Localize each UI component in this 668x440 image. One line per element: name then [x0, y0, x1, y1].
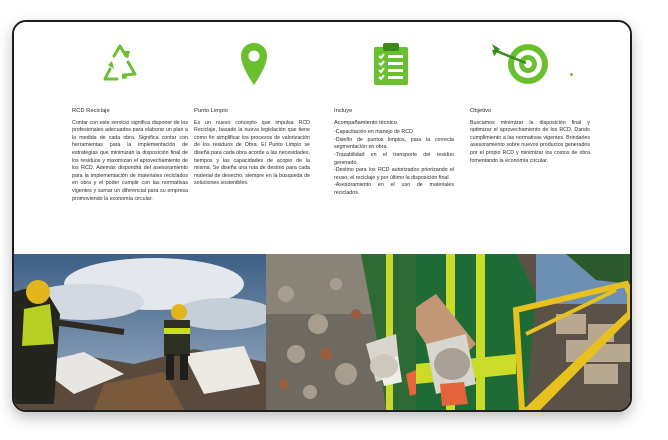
- column-rcd-reciclaje: RCD Reciclaje Contar con este servicio s…: [72, 108, 188, 203]
- services-section: RCD Reciclaje Contar con este servicio s…: [14, 22, 630, 254]
- column-incluye: Incluye Acompañamiento técnico. -Capacit…: [334, 108, 454, 198]
- recycle-icon: [97, 42, 143, 86]
- list-item: -Diseño de puntos limpios, para la corre…: [334, 136, 454, 151]
- list-item: -Asesoramiento en el uso de materiales r…: [334, 182, 454, 196]
- list-item: -Trazabilidad en el transporte del resid…: [334, 151, 454, 166]
- rubble-hands-photo: [266, 254, 416, 410]
- worker-debris-photo: [416, 254, 630, 410]
- column-punto-limpio: Punto Limpio Es un nuevo concepto que im…: [194, 108, 310, 188]
- workers-sorting-photo: [14, 254, 266, 410]
- column-body: Contar con este servicio significa dispo…: [72, 119, 188, 202]
- column-subtitle: Acompañamiento técnico.: [334, 119, 399, 126]
- clipboard-checklist-icon: [372, 41, 410, 87]
- column-title: Incluye: [334, 108, 353, 114]
- list-item: -Capacitación en manejo de RCD: [334, 129, 413, 136]
- column-body: Buscamos minimizar la disposición final …: [470, 119, 590, 164]
- column-objetivo: Objetivo Buscamos minimizar la disposici…: [470, 108, 590, 165]
- column-title: RCD Reciclaje: [72, 108, 110, 114]
- list-item: -Destino para los RCD autorizados priori…: [334, 167, 454, 181]
- accent-dot: [570, 73, 573, 76]
- target-arrow-icon: [490, 40, 550, 86]
- location-pin-icon: [239, 41, 269, 89]
- column-title: Punto Limpio: [194, 108, 228, 114]
- column-title: Objetivo: [470, 108, 492, 114]
- column-body: Es un nuevo concepto que impulsa RCD Rec…: [194, 119, 310, 187]
- photo-strip: [14, 254, 630, 410]
- website-preview-frame: RCD Reciclaje Contar con este servicio s…: [12, 20, 632, 412]
